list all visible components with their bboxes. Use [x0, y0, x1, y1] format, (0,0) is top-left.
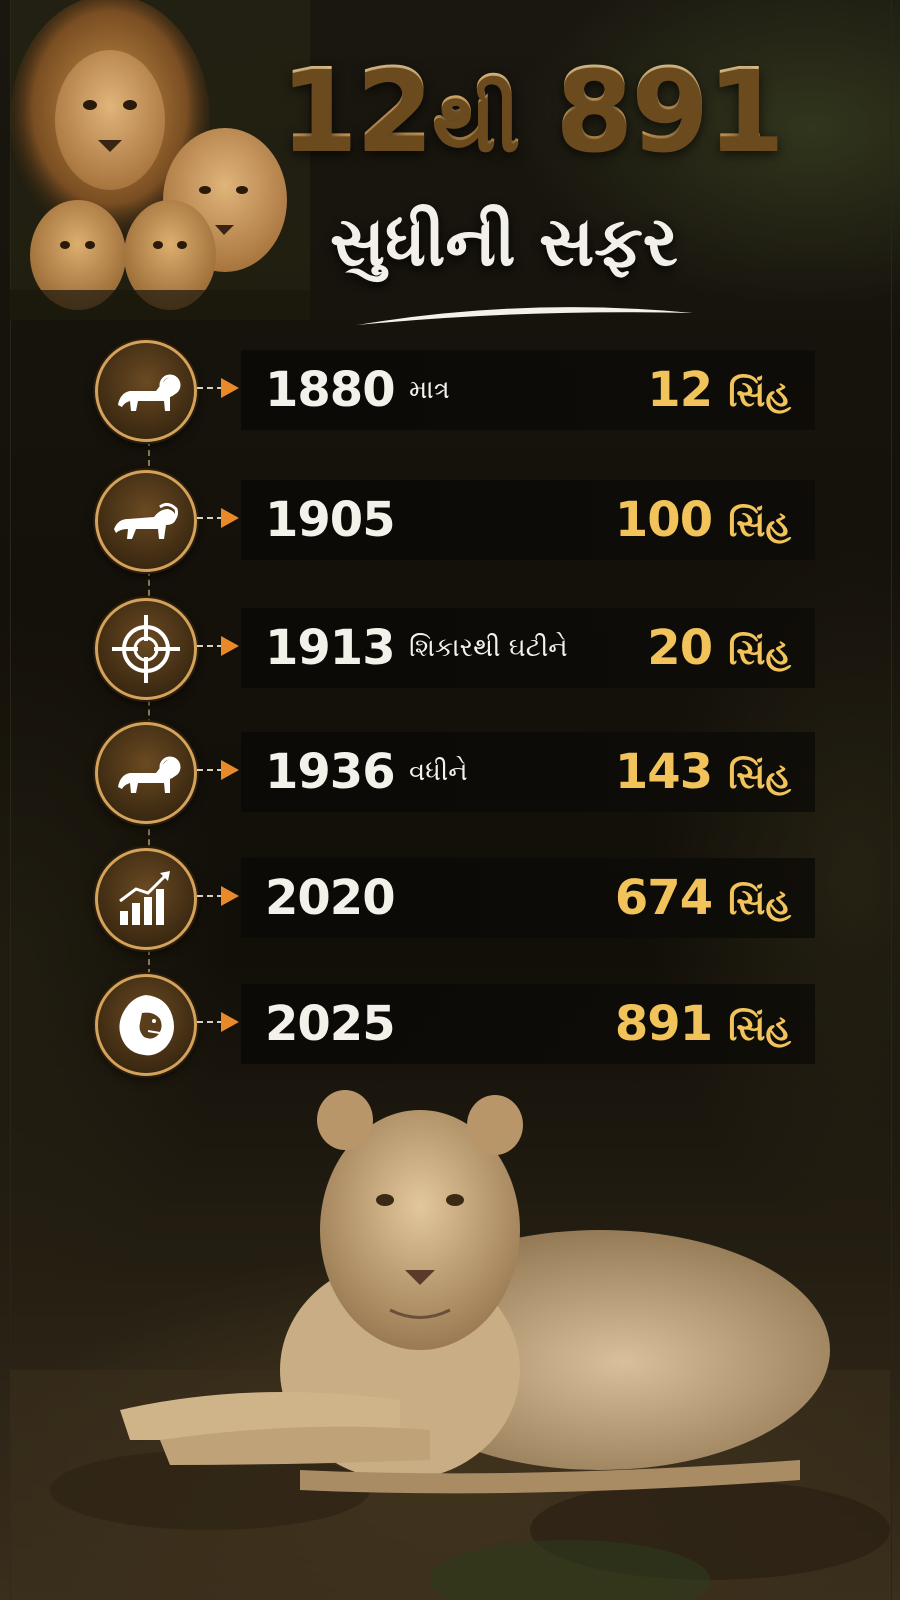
timeline-icon-badge [95, 470, 197, 572]
title-underline-swoosh [357, 307, 693, 325]
timeline-count-number: 143 [614, 744, 713, 800]
timeline-dash-line [197, 645, 223, 647]
timeline-count: 20 સિંહ [647, 608, 791, 688]
lion-standing-icon [118, 756, 181, 793]
timeline-row: 1913 શિકારથી ઘટીને 20 સિંહ [95, 598, 835, 700]
timeline-entry-bar: 1905 100 સિંહ [241, 480, 815, 560]
timeline-count-unit: સિંહ [728, 504, 791, 545]
timeline-count: 891 સિંહ [615, 984, 791, 1064]
timeline-count-number: 100 [614, 492, 713, 548]
timeline-year: 1880 [265, 362, 396, 418]
timeline-count-number: 12 [647, 362, 713, 418]
timeline-dash-line [197, 517, 223, 519]
timeline-count: 674 સિંહ [615, 858, 791, 938]
timeline-year: 1913 [265, 620, 396, 676]
timeline-year: 2025 [265, 996, 396, 1052]
timeline-icon-badge [95, 340, 197, 442]
timeline-dash-line [197, 387, 223, 389]
timeline-count-unit: સિંહ [728, 756, 791, 797]
timeline-count-unit: સિંહ [728, 374, 791, 415]
timeline-row: 1880 માત્ર 12 સિંહ [95, 340, 835, 442]
title-number-start: 12 [280, 45, 434, 175]
lion-walking-icon [114, 502, 178, 539]
lion-standing-icon [118, 374, 181, 411]
lion-head-icon [119, 995, 174, 1056]
lion-family-image [10, 0, 310, 320]
timeline-count-unit: સિંહ [728, 882, 791, 923]
timeline-icon-badge [95, 722, 197, 824]
timeline-row: 1936 વધીને 143 સિંહ [95, 722, 835, 824]
timeline-count-number: 20 [647, 620, 713, 676]
arrow-right-icon [221, 636, 239, 656]
title-number-end: 891 [555, 45, 785, 175]
resting-lion-image [120, 1090, 830, 1494]
arrow-right-icon [221, 508, 239, 528]
timeline-icon-badge [95, 848, 197, 950]
timeline-count: 143 સિંહ [615, 732, 791, 812]
timeline-row: 1905 100 સિંહ [95, 470, 835, 572]
timeline-count-unit: સિંહ [728, 1008, 791, 1049]
timeline-count-number: 891 [614, 996, 713, 1052]
timeline-note: વધીને [409, 757, 468, 787]
title-numbers: 12થી 891 [280, 40, 785, 180]
timeline-row: 2025 891 સિંહ [95, 974, 835, 1076]
timeline-entry-bar: 1936 વધીને 143 સિંહ [241, 732, 815, 812]
title-subtitle: સુધીની સફર [330, 203, 678, 282]
arrow-right-icon [221, 378, 239, 398]
arrow-right-icon [221, 1012, 239, 1032]
timeline-count: 100 સિંહ [615, 480, 791, 560]
timeline-note: શિકારથી ઘટીને [409, 633, 568, 663]
timeline-icon-badge [95, 974, 197, 1076]
timeline-entry-bar: 2025 891 સિંહ [241, 984, 815, 1064]
growth-chart-icon [119, 871, 170, 925]
timeline-note: માત્ર [409, 375, 450, 405]
timeline-count-unit: સિંહ [728, 632, 791, 673]
timeline-count: 12 સિંહ [647, 350, 791, 430]
timeline-year: 2020 [265, 870, 396, 926]
timeline-count-number: 674 [614, 870, 713, 926]
timeline-year: 1936 [265, 744, 396, 800]
timeline-year: 1905 [265, 492, 396, 548]
timeline-icon-badge [95, 598, 197, 700]
timeline-dash-line [197, 895, 223, 897]
timeline-entry-bar: 1913 શિકારથી ઘટીને 20 સિંહ [241, 608, 815, 688]
timeline-row: 2020 674 સિંહ [95, 848, 835, 950]
crosshair-icon [112, 615, 180, 683]
timeline-entry-bar: 2020 674 સિંહ [241, 858, 815, 938]
arrow-right-icon [221, 886, 239, 906]
timeline-dash-line [197, 1021, 223, 1023]
timeline-dash-line [197, 769, 223, 771]
timeline-entry-bar: 1880 માત્ર 12 સિંહ [241, 350, 815, 430]
arrow-right-icon [221, 760, 239, 780]
title-connector: થી [431, 70, 520, 168]
